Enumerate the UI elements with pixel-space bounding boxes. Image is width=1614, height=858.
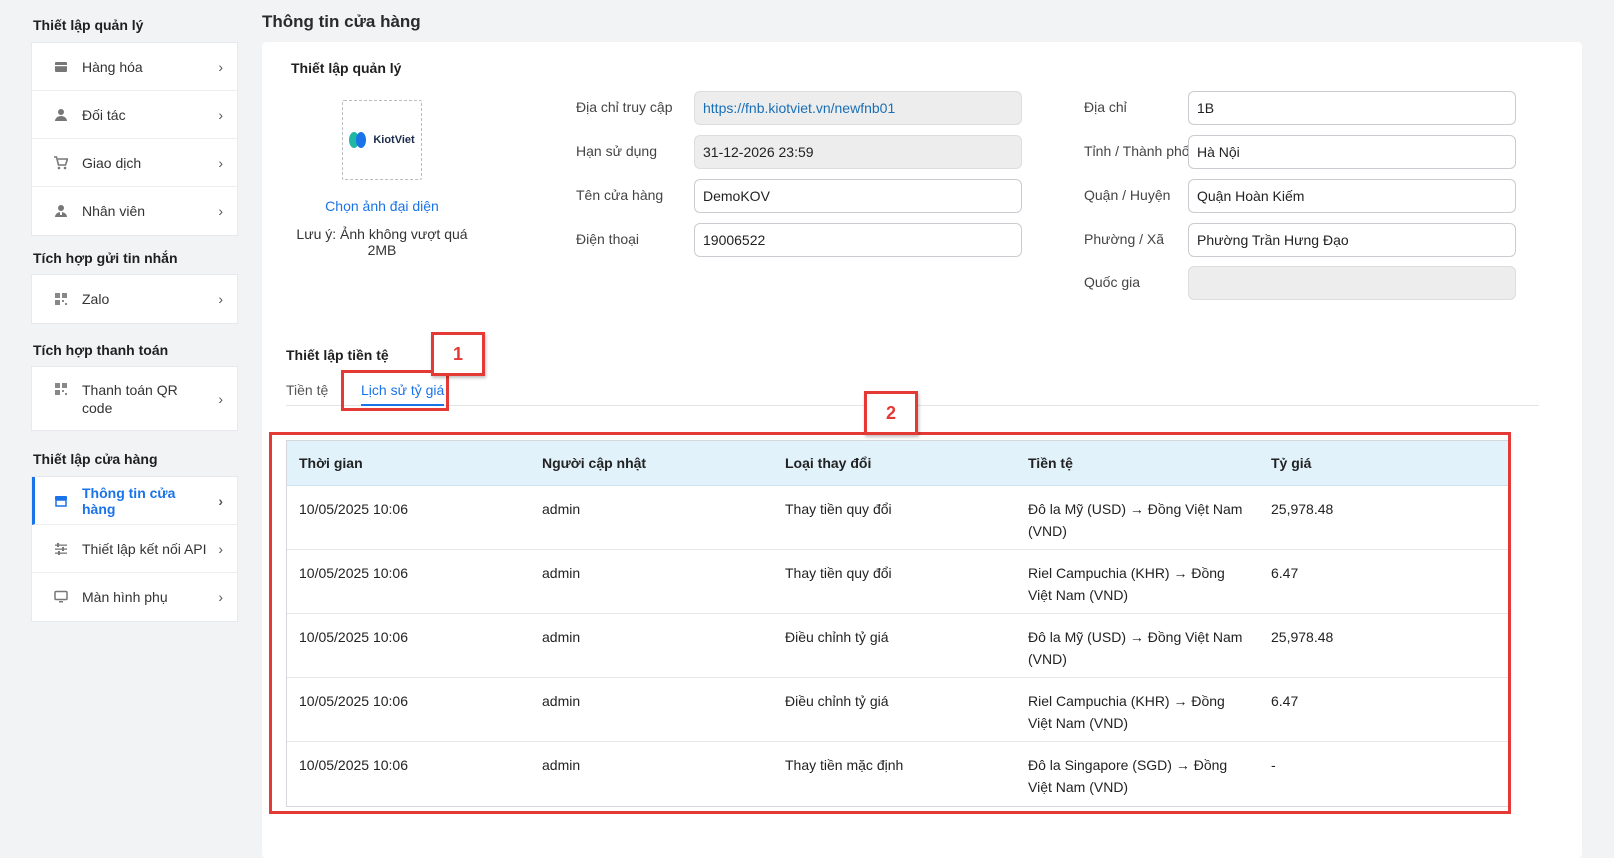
phone-input[interactable]: 19006522 <box>694 223 1022 257</box>
access-url-label: Địa chỉ truy cập <box>576 99 673 115</box>
avatar-upload-box[interactable]: KiotViet <box>342 100 422 180</box>
sidebar-item-transactions[interactable]: Giao dịch › <box>32 139 237 187</box>
chevron-right-icon: › <box>218 291 223 307</box>
sidebar-item-zalo[interactable]: Zalo › <box>32 275 237 323</box>
sidebar-item-secondary-screen[interactable]: Màn hình phụ › <box>32 573 237 621</box>
grid-icon <box>55 293 67 305</box>
page-title: Thông tin cửa hàng <box>262 12 421 31</box>
sliders-icon <box>55 542 67 555</box>
sidebar-item-label: Đối tác <box>82 106 126 123</box>
sidebar-item-label: Zalo <box>82 291 110 307</box>
grid-icon <box>55 383 67 395</box>
sidebar-item-staff[interactable]: Nhân viên › <box>32 187 237 235</box>
avatar-size-note: Lưu ý: Ảnh không vượt quá 2MB <box>296 226 468 258</box>
kiotviet-logo: KiotViet <box>349 132 415 148</box>
sidebar-item-products[interactable]: Hàng hóa › <box>32 43 237 91</box>
expiry-field: 31-12-2026 23:59 <box>694 135 1022 169</box>
chevron-right-icon: › <box>218 540 223 557</box>
sidebar-card: Hàng hóa › Đối tác › Giao dịch › Nhân vi… <box>31 42 238 236</box>
annotation-highlight-1 <box>341 370 449 411</box>
country-label: Quốc gia <box>1084 274 1141 290</box>
chevron-right-icon: › <box>218 106 223 123</box>
address-input[interactable]: 1B <box>1188 91 1516 125</box>
chevron-right-icon: › <box>218 58 223 75</box>
user-icon <box>55 108 67 121</box>
sidebar-section-title: Thiết lập quản lý <box>33 17 144 33</box>
address-label: Địa chỉ <box>1084 99 1127 115</box>
sidebar-card: Thông tin cửa hàng › Thiết lập kết nối A… <box>31 476 238 622</box>
store-name-label: Tên cửa hàng <box>576 187 664 203</box>
staff-icon <box>55 205 67 217</box>
sidebar-item-store-info[interactable]: Thông tin cửa hàng › <box>32 477 237 525</box>
ward-label: Phường / Xã <box>1084 231 1165 247</box>
chevron-right-icon: › <box>218 589 223 605</box>
sidebar-item-qr-payment[interactable]: Thanh toán QR code › <box>32 367 237 430</box>
sidebar-card: Thanh toán QR code › <box>31 366 238 431</box>
expiry-label: Hạn sử dụng <box>576 143 657 159</box>
choose-avatar-link[interactable]: Chọn ảnh đại diện <box>282 198 482 214</box>
currency-section-title: Thiết lập tiền tệ <box>286 347 389 363</box>
section-title: Thiết lập quản lý <box>291 60 402 76</box>
logo-mark-icon <box>349 132 369 148</box>
district-label: Quận / Huyện <box>1084 187 1171 203</box>
sidebar-section-title: Tích hợp gửi tin nhắn <box>33 250 178 266</box>
sidebar-item-label: Nhân viên <box>82 203 146 219</box>
chevron-right-icon: › <box>218 492 223 509</box>
sidebar-item-label: Giao dịch <box>82 154 142 171</box>
sidebar-item-label: Màn hình phụ <box>82 589 168 605</box>
province-label: Tỉnh / Thành phố <box>1084 143 1190 159</box>
monitor-icon <box>54 590 68 603</box>
chevron-right-icon: › <box>218 390 223 407</box>
box-icon <box>55 61 67 72</box>
sidebar-item-label: Thông tin cửa hàng <box>82 484 176 517</box>
access-url-field[interactable]: https://fnb.kiotviet.vn/newfnb01 <box>694 91 1022 125</box>
sidebar-item-label: Thiết lập kết nối API <box>82 540 207 557</box>
store-name-input[interactable]: DemoKOV <box>694 179 1022 213</box>
annotation-highlight-2 <box>269 432 1511 814</box>
ward-select[interactable]: Phường Trần Hưng Đạo <box>1188 223 1516 257</box>
logo-text: KiotViet <box>373 134 415 146</box>
chevron-right-icon: › <box>218 154 223 171</box>
sidebar-card: Zalo › <box>31 274 238 324</box>
sidebar-item-label: Hàng hóa <box>82 58 143 75</box>
tab-currency[interactable]: Tiền tệ <box>286 382 328 404</box>
sidebar-item-partners[interactable]: Đối tác › <box>32 91 237 139</box>
province-select[interactable]: Hà Nội <box>1188 135 1516 169</box>
store-icon <box>55 495 67 507</box>
district-select[interactable]: Quận Hoàn Kiếm <box>1188 179 1516 213</box>
chevron-right-icon: › <box>218 203 223 219</box>
sidebar-item-api-settings[interactable]: Thiết lập kết nối API › <box>32 525 237 573</box>
annotation-label-2: 2 <box>864 391 918 435</box>
phone-label: Điện thoại <box>576 231 640 247</box>
sidebar-section-title: Tích hợp thanh toán <box>33 342 169 358</box>
country-field <box>1188 266 1516 300</box>
sidebar-section-title: Thiết lập cửa hàng <box>33 451 158 467</box>
annotation-label-1: 1 <box>431 332 485 376</box>
cart-icon <box>54 155 68 169</box>
sidebar-item-label: Thanh toán QR code <box>82 381 178 416</box>
